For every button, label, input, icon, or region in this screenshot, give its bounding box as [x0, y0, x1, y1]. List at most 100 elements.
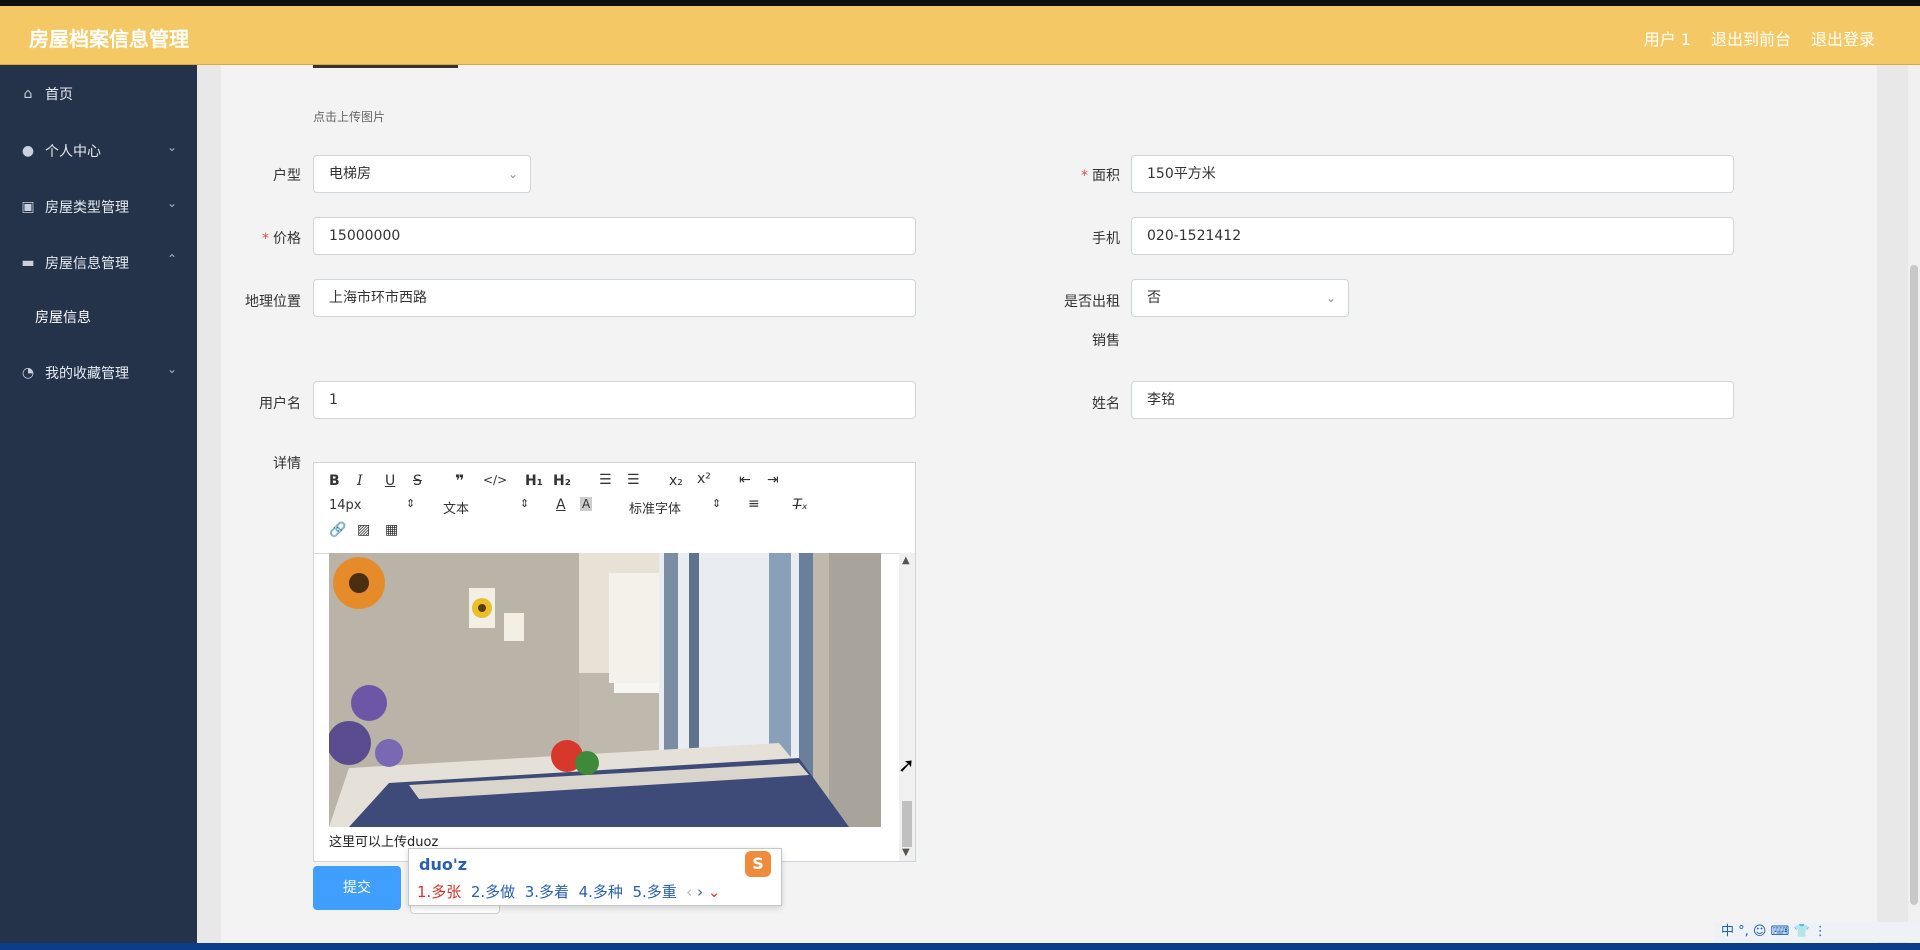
ime-status-tray[interactable]: 中 °, ☺ ⌨ 👕 ⋮ — [1715, 922, 1920, 942]
sidebar-subitem-house-info[interactable]: 房屋信息 — [35, 307, 91, 327]
area-label-text: 面积 — [1092, 168, 1120, 184]
app-header: 房屋档案信息管理 用户 1 退出到前台 退出登录 — [0, 6, 1920, 65]
scroll-down-icon[interactable]: ▼ — [902, 847, 910, 858]
align-icon[interactable]: ≡ — [748, 496, 760, 512]
house-type-select[interactable]: 电梯房 ⌄ — [313, 155, 531, 193]
rich-text-editor[interactable]: B I U S ❞ </> H₁ H₂ ☰ ☰ x₂ x² ⇤ ⇥ 14px ⇕… — [313, 462, 916, 862]
price-input[interactable]: 15000000 — [313, 217, 916, 255]
chevron-up-icon: ⌃ — [166, 252, 177, 266]
link-icon[interactable]: 🔗 — [329, 522, 346, 538]
video-icon[interactable]: ▦ — [385, 522, 398, 538]
chevron-down-icon: ⌄ — [166, 140, 177, 154]
sidebar: ⌂ 首页 ● 个人中心 ⌄ ▣ 房屋类型管理 ⌄ ▬ 房屋信息管理 ⌃ 房屋信息… — [0, 65, 197, 950]
bullet-list-icon[interactable]: ☰ — [627, 472, 640, 488]
ime-candidate[interactable]: 5.多重 — [632, 883, 676, 901]
underline-icon[interactable]: U — [385, 473, 395, 489]
sidebar-item-label: 房屋信息管理 — [45, 256, 129, 272]
sidebar-item-label: 房屋类型管理 — [45, 200, 129, 216]
required-asterisk: * — [262, 231, 269, 247]
house-type-value: 电梯房 — [329, 166, 371, 182]
heading-1-icon[interactable]: H₁ — [525, 473, 543, 489]
gauge-icon: ◔ — [21, 365, 35, 381]
submit-button[interactable]: 提交 — [313, 866, 401, 910]
home-icon: ⌂ — [23, 86, 33, 102]
ime-candidate-list: 1.多张 2.多做 3.多着 4.多种 5.多重 ‹ › ⌄ — [417, 881, 720, 902]
editor-scrollbar[interactable]: ▲ ▼ — [899, 553, 915, 861]
select-arrows-icon: ⇕ — [712, 497, 722, 510]
font-size-select[interactable]: 14px — [329, 498, 362, 513]
is-rented-select[interactable]: 否 ⌄ — [1131, 279, 1349, 317]
room-image — [329, 553, 881, 827]
sidebar-item-favorites[interactable]: ◔ 我的收藏管理 ⌄ — [0, 355, 197, 391]
sogou-logo-icon: S — [745, 851, 771, 877]
outdent-icon[interactable]: ⇤ — [739, 472, 751, 488]
sign-icon: ▬ — [21, 255, 35, 271]
name-input[interactable]: 李铭 — [1131, 381, 1734, 419]
phone-input[interactable]: 020-1521412 — [1131, 217, 1734, 255]
required-asterisk: * — [1081, 168, 1088, 184]
price-label-text: 价格 — [273, 231, 301, 247]
ime-candidate[interactable]: 1.多张 — [417, 883, 461, 901]
prev-page-icon[interactable]: ‹ — [686, 883, 692, 901]
editor-scroll-thumb[interactable] — [902, 801, 912, 847]
details-label: 详情 — [273, 456, 301, 472]
user-link[interactable]: 用户 1 — [1644, 26, 1691, 50]
taskbar-strip — [0, 943, 1920, 950]
price-label: * 价格 — [243, 228, 301, 248]
is-rented-label: 是否出租 — [1064, 294, 1120, 310]
next-page-icon[interactable]: › — [697, 883, 703, 901]
subscript-icon[interactable]: x₂ — [669, 473, 683, 489]
image-icon[interactable]: ▨ — [357, 522, 370, 538]
ime-candidate[interactable]: 4.多种 — [579, 883, 623, 901]
upload-hint[interactable]: 点击上传图片 — [313, 108, 385, 125]
username-label: 用户名 — [259, 396, 301, 412]
name-label: 姓名 — [1092, 396, 1120, 412]
sidebar-item-label: 首页 — [45, 87, 73, 103]
italic-icon[interactable]: I — [357, 473, 363, 489]
select-arrows-icon: ⇕ — [406, 497, 416, 510]
clear-format-icon[interactable]: T̶ₓ — [793, 497, 808, 513]
ime-composition: duo'z — [419, 855, 468, 874]
editor-toolbar: B I U S ❞ </> H₁ H₂ ☰ ☰ x₂ x² ⇤ ⇥ 14px ⇕… — [314, 463, 915, 554]
area-input[interactable]: 150平方米 — [1131, 155, 1734, 193]
font-color-icon[interactable]: A — [556, 497, 566, 513]
sidebar-item-profile[interactable]: ● 个人中心 ⌄ — [0, 133, 197, 169]
heading-2-icon[interactable]: H₂ — [553, 473, 571, 489]
page-scrollbar[interactable] — [1908, 65, 1920, 943]
area-label: * 面积 — [1060, 165, 1120, 185]
mouse-cursor-icon: ➚ — [898, 753, 915, 777]
superscript-icon[interactable]: x² — [697, 471, 711, 487]
back-to-front-link[interactable]: 退出到前台 — [1711, 26, 1791, 50]
chevron-down-icon: ⌄ — [1325, 291, 1336, 305]
select-arrows-icon: ⇕ — [520, 497, 530, 510]
sidebar-item-label: 我的收藏管理 — [45, 366, 129, 382]
blockquote-icon[interactable]: ❞ — [455, 471, 464, 490]
indent-icon[interactable]: ⇥ — [767, 472, 779, 488]
scroll-up-icon[interactable]: ▲ — [902, 555, 910, 566]
sidebar-item-house-info[interactable]: ▬ 房屋信息管理 ⌃ — [0, 245, 197, 281]
sidebar-item-house-type[interactable]: ▣ 房屋类型管理 ⌄ — [0, 189, 197, 225]
header-links: 用户 1 退出到前台 退出登录 — [1644, 26, 1875, 50]
text-style-select[interactable]: 文本 — [443, 498, 469, 517]
ordered-list-icon[interactable]: ☰ — [599, 472, 612, 488]
logout-link[interactable]: 退出登录 — [1811, 26, 1875, 50]
house-type-label: 户型 — [273, 168, 301, 184]
ime-candidate[interactable]: 2.多做 — [471, 883, 515, 901]
expand-icon[interactable]: ⌄ — [708, 883, 721, 901]
uploaded-image-thumbnail — [313, 65, 458, 68]
phone-label: 手机 — [1092, 231, 1120, 247]
is-rented-value: 否 — [1147, 290, 1161, 306]
strikethrough-icon[interactable]: S — [413, 473, 422, 489]
sale-label: 销售 — [1092, 333, 1120, 349]
page-scroll-thumb[interactable] — [1910, 265, 1918, 905]
ime-candidate[interactable]: 3.多着 — [525, 883, 569, 901]
bold-icon[interactable]: B — [329, 473, 340, 489]
background-color-icon[interactable]: A — [580, 497, 593, 511]
sidebar-item-home[interactable]: ⌂ 首页 — [0, 76, 197, 112]
font-family-select[interactable]: 标准字体 — [629, 498, 681, 517]
clipboard-icon: ▣ — [21, 199, 35, 215]
username-input[interactable]: 1 — [313, 381, 916, 419]
code-block-icon[interactable]: </> — [483, 473, 507, 487]
chevron-down-icon: ⌄ — [166, 362, 177, 376]
location-input[interactable]: 上海市环市西路 — [313, 279, 916, 317]
